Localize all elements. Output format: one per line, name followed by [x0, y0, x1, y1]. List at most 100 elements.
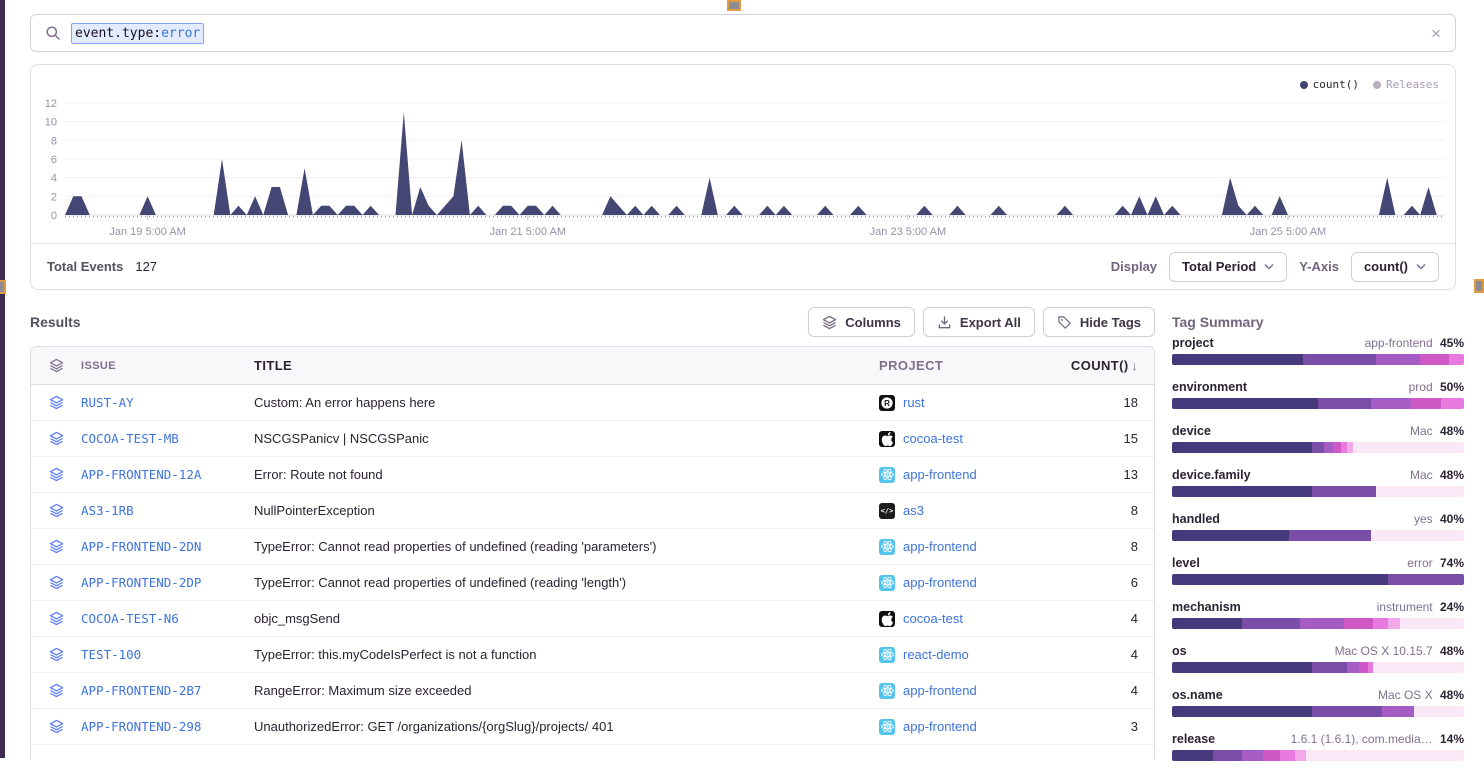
tag-bar-segment[interactable]: [1172, 398, 1318, 409]
react-platform-icon: [879, 647, 895, 663]
search-query-token[interactable]: event.type:error: [71, 23, 204, 44]
tag-bar-segment[interactable]: [1172, 530, 1289, 541]
tag-bar-segment[interactable]: [1344, 618, 1373, 629]
export-all-button[interactable]: Export All: [923, 307, 1035, 337]
event-title: NSCGSPanicv | NSCGSPanic: [254, 431, 879, 446]
tag-bar-segment[interactable]: [1441, 398, 1464, 409]
issue-link[interactable]: RUST-AY: [81, 395, 134, 410]
tag-bar-segment[interactable]: [1376, 354, 1420, 365]
issue-link[interactable]: COCOA-TEST-N6: [81, 611, 179, 626]
events-chart[interactable]: 024681012Jan 19 5:00 AMJan 21 5:00 AMJan…: [31, 93, 1455, 243]
column-header-count[interactable]: COUNT()↓: [1069, 358, 1154, 373]
tag-bar-segment[interactable]: [1400, 618, 1464, 629]
hide-tags-button[interactable]: Hide Tags: [1043, 307, 1155, 337]
tag-distribution-bar[interactable]: [1172, 750, 1464, 761]
project-link[interactable]: app-frontend: [903, 719, 977, 734]
tag-bar-segment[interactable]: [1420, 354, 1449, 365]
tag-bar-segment[interactable]: [1263, 750, 1281, 761]
tag-bar-segment[interactable]: [1300, 618, 1344, 629]
event-count: 6: [1069, 575, 1154, 590]
tag-bar-segment[interactable]: [1312, 486, 1376, 497]
tag-distribution-bar[interactable]: [1172, 618, 1464, 629]
tag-bar-segment[interactable]: [1373, 662, 1464, 673]
results-actions: Columns Export All Hide Tags: [808, 307, 1155, 337]
tag-bar-segment[interactable]: [1411, 398, 1440, 409]
project-link[interactable]: cocoa-test: [903, 431, 963, 446]
column-header-title[interactable]: TITLE: [254, 358, 879, 373]
tag-distribution-bar[interactable]: [1172, 574, 1464, 585]
tag-bar-segment[interactable]: [1371, 398, 1412, 409]
tag-bar-segment[interactable]: [1306, 750, 1464, 761]
tag-bar-segment[interactable]: [1382, 706, 1414, 717]
project-link[interactable]: as3: [903, 503, 924, 518]
project-link[interactable]: app-frontend: [903, 575, 977, 590]
issue-link[interactable]: APP-FRONTEND-2DN: [81, 539, 201, 554]
tag-distribution-bar[interactable]: [1172, 486, 1464, 497]
tag-distribution-bar[interactable]: [1172, 398, 1464, 409]
project-link[interactable]: rust: [903, 395, 925, 410]
tag-bar-segment[interactable]: [1172, 750, 1213, 761]
tag-bar-segment[interactable]: [1172, 618, 1242, 629]
search-bar[interactable]: event.type:error ×: [30, 14, 1456, 52]
tag-distribution-bar[interactable]: [1172, 530, 1464, 541]
project-link[interactable]: app-frontend: [903, 539, 977, 554]
tag-distribution-bar[interactable]: [1172, 442, 1464, 453]
column-header-issue[interactable]: ISSUE: [81, 360, 254, 372]
yaxis-dropdown[interactable]: count(): [1351, 252, 1439, 282]
tag-bar-segment[interactable]: [1371, 530, 1464, 541]
legend-releases[interactable]: Releases: [1373, 78, 1439, 91]
tag-bar-segment[interactable]: [1353, 442, 1464, 453]
tag-bar-segment[interactable]: [1172, 486, 1312, 497]
issue-link[interactable]: APP-FRONTEND-2DP: [81, 575, 201, 590]
tag-bar-segment[interactable]: [1172, 442, 1312, 453]
tag-bar-segment[interactable]: [1347, 662, 1359, 673]
svg-text:0: 0: [51, 210, 57, 222]
tag-bar-segment[interactable]: [1289, 530, 1371, 541]
tag-bar-segment[interactable]: [1312, 662, 1347, 673]
issue-link[interactable]: APP-FRONTEND-298: [81, 719, 201, 734]
tag-bar-segment[interactable]: [1172, 706, 1312, 717]
tag-bar-segment[interactable]: [1172, 574, 1388, 585]
project-link[interactable]: app-frontend: [903, 467, 977, 482]
tag-bar-segment[interactable]: [1333, 442, 1342, 453]
project-link[interactable]: cocoa-test: [903, 611, 963, 626]
issue-link[interactable]: APP-FRONTEND-12A: [81, 467, 201, 482]
issue-link[interactable]: AS3-1RB: [81, 503, 134, 518]
tag-bar-segment[interactable]: [1172, 662, 1312, 673]
issue-link[interactable]: COCOA-TEST-MB: [81, 431, 179, 446]
tag-distribution-bar[interactable]: [1172, 706, 1464, 717]
tag-bar-segment[interactable]: [1280, 750, 1295, 761]
issue-stack-icon: [31, 395, 81, 410]
tag-bar-segment[interactable]: [1449, 354, 1464, 365]
tag-bar-segment[interactable]: [1376, 486, 1464, 497]
tag-bar-segment[interactable]: [1324, 442, 1333, 453]
tag-bar-segment[interactable]: [1388, 574, 1464, 585]
issue-link[interactable]: TEST-100: [81, 647, 141, 662]
tag-bar-segment[interactable]: [1312, 706, 1382, 717]
tag-bar-segment[interactable]: [1373, 618, 1388, 629]
project-link[interactable]: react-demo: [903, 647, 969, 662]
tag-distribution-bar[interactable]: [1172, 354, 1464, 365]
display-dropdown[interactable]: Total Period: [1169, 252, 1287, 282]
tag-bar-segment[interactable]: [1388, 618, 1400, 629]
tag-name: project: [1172, 336, 1214, 350]
tag-bar-segment[interactable]: [1242, 618, 1300, 629]
tag-distribution-bar[interactable]: [1172, 662, 1464, 673]
issue-link[interactable]: APP-FRONTEND-2B7: [81, 683, 201, 698]
legend-count-label: count(): [1313, 78, 1359, 91]
column-header-project[interactable]: PROJECT: [879, 358, 1069, 373]
tag-bar-segment[interactable]: [1295, 750, 1307, 761]
tag-bar-segment[interactable]: [1303, 354, 1376, 365]
tag-bar-segment[interactable]: [1172, 354, 1303, 365]
tag-bar-segment[interactable]: [1414, 706, 1464, 717]
tag-bar-segment[interactable]: [1359, 662, 1368, 673]
tag-bar-segment[interactable]: [1242, 750, 1262, 761]
project-link[interactable]: app-frontend: [903, 683, 977, 698]
tag-bar-segment[interactable]: [1318, 398, 1371, 409]
columns-button[interactable]: Columns: [808, 307, 915, 337]
legend-count[interactable]: count(): [1300, 78, 1359, 91]
tag-bar-segment[interactable]: [1213, 750, 1242, 761]
clear-search-icon[interactable]: ×: [1431, 25, 1441, 42]
issue-stack-icon: [31, 719, 81, 734]
tag-bar-segment[interactable]: [1312, 442, 1324, 453]
